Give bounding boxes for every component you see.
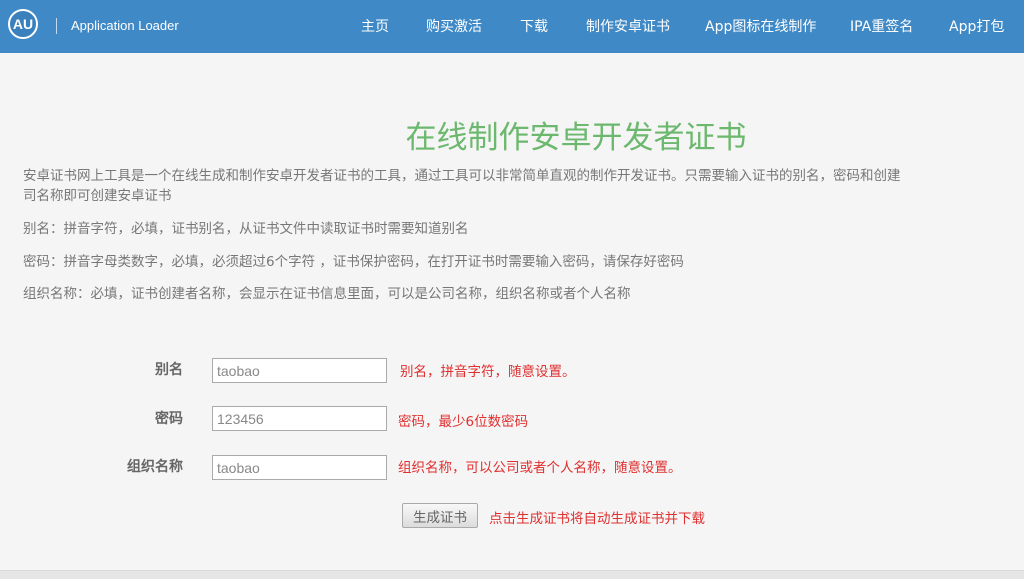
description-line-2: 司名称即可创建安卓证书 bbox=[23, 188, 172, 204]
alias-hint: 别名，拼音字符，随意设置。 bbox=[400, 364, 576, 380]
nav-item-ipa-resign[interactable]: IPA重签名 bbox=[850, 16, 913, 36]
password-hint: 密码，最少6位数密码 bbox=[398, 414, 529, 430]
app-name[interactable]: Application Loader bbox=[71, 18, 179, 33]
password-description: 密码：拼音字母类数字，必填，必须超过6个字符 ，证书保护密码，在打开证书时需要输… bbox=[23, 254, 684, 270]
org-label: 组织名称 bbox=[127, 459, 183, 475]
nav-item-buy-activate[interactable]: 购买激活 bbox=[426, 16, 482, 36]
footer-divider bbox=[0, 570, 1024, 579]
nav-item-app-icon[interactable]: App图标在线制作 bbox=[705, 16, 816, 36]
alias-description: 别名：拼音字符，必填，证书别名，从证书文件中读取证书时需要知道别名 bbox=[23, 221, 469, 237]
org-description: 组织名称：必填，证书创建者名称，会显示在证书信息里面，可以是公司名称，组织名称或… bbox=[23, 286, 631, 302]
alias-label: 别名 bbox=[155, 362, 183, 378]
app-logo[interactable]: AU bbox=[8, 9, 38, 39]
alias-input[interactable] bbox=[212, 358, 387, 383]
password-label: 密码 bbox=[155, 411, 183, 427]
generate-hint: 点击生成证书将自动生成证书并下载 bbox=[489, 511, 705, 527]
password-input[interactable] bbox=[212, 406, 387, 431]
page-title: 在线制作安卓开发者证书 bbox=[405, 120, 747, 156]
nav-item-app-pack[interactable]: App打包 bbox=[949, 16, 1004, 36]
nav-item-android-cert[interactable]: 制作安卓证书 bbox=[586, 16, 670, 36]
nav-item-download[interactable]: 下载 bbox=[520, 16, 548, 36]
generate-cert-button[interactable]: 生成证书 bbox=[402, 503, 478, 528]
org-input[interactable] bbox=[212, 455, 387, 480]
nav-item-home[interactable]: 主页 bbox=[361, 16, 389, 36]
logo-divider bbox=[56, 18, 57, 34]
top-navbar: AU Application Loader 主页 购买激活 下载 制作安卓证书 … bbox=[0, 0, 1024, 53]
org-hint: 组织名称，可以公司或者个人名称，随意设置。 bbox=[398, 460, 682, 476]
description-line-1: 安卓证书网上工具是一个在线生成和制作安卓开发者证书的工具，通过工具可以非常简单直… bbox=[23, 168, 901, 184]
